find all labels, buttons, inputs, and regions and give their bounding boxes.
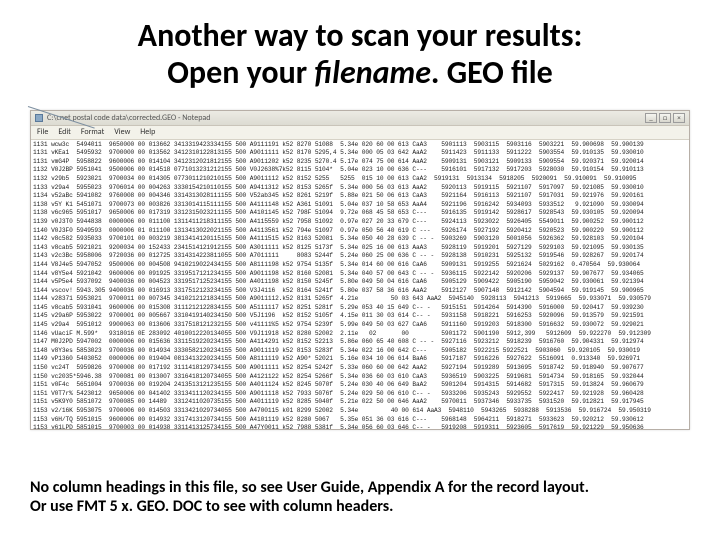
app-icon [35,114,43,122]
menubar: File Edit Format View Help [31,126,689,140]
footnote: No column headings in this file, so see … [30,478,690,516]
minimize-button[interactable]: _ [645,113,657,123]
menu-edit[interactable]: Edit [58,127,71,137]
window-buttons: _ □ × [645,113,685,123]
title-line-1: Another way to scan your results: [138,16,583,55]
footnote-line-2: Or use FMT 5 x. GEO. DOC to see with col… [30,497,393,516]
title-line-2-filename: filename [314,53,431,92]
menu-file[interactable]: File [37,127,48,137]
menu-format[interactable]: Format [81,127,104,137]
file-content[interactable]: 1131 wcw3c 5494011 9650000 00 013662 341… [31,140,689,429]
maximize-button[interactable]: □ [659,113,671,123]
menu-view[interactable]: View [114,127,130,137]
title-line-2-post: . GEO file [431,53,553,92]
notepad-window: C:\cnet postal code data\corrected.GEO -… [30,110,690,430]
footnote-line-1: No column headings in this file, so see … [30,478,589,497]
window-titlebar[interactable]: C:\cnet postal code data\corrected.GEO -… [31,111,689,126]
menu-help[interactable]: Help [140,127,155,137]
slide-title: Another way to scan your results: Open y… [30,18,690,92]
close-button[interactable]: × [673,113,685,123]
title-line-2-pre: Open your [167,53,314,92]
